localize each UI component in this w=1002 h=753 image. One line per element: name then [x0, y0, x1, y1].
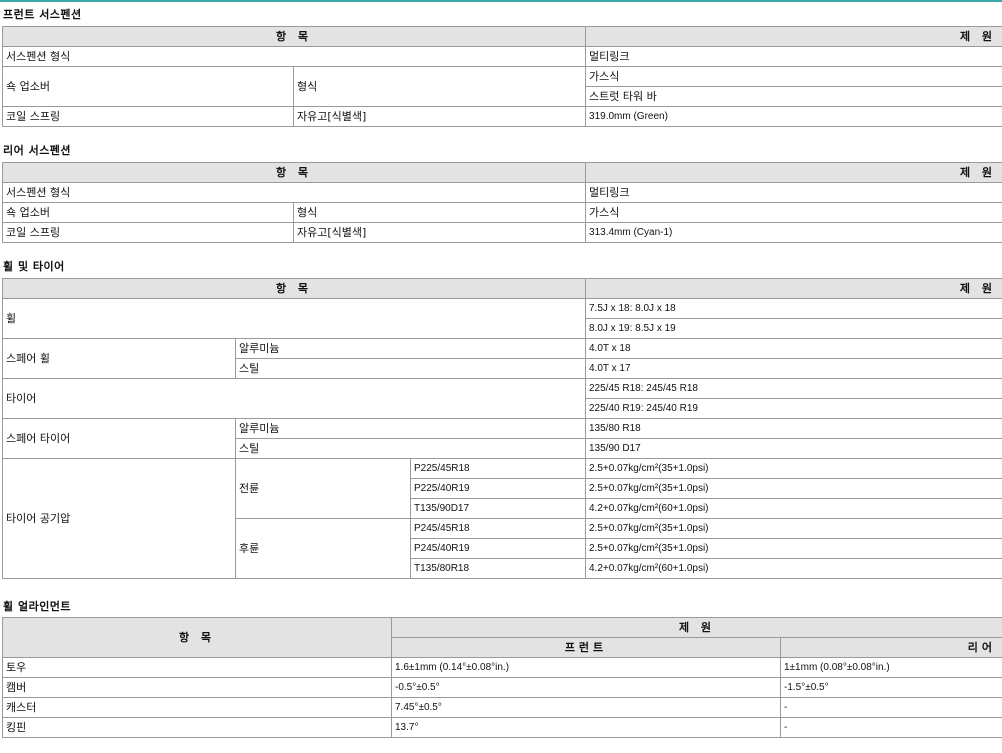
- header-spec: 제 원: [585, 26, 1002, 47]
- row-label: 타이어 공기압: [2, 458, 236, 579]
- rear-value: -: [779, 717, 1002, 738]
- row-label: 서스펜션 형식: [1, 46, 587, 67]
- header-item: 항 목: [1, 162, 587, 183]
- header-item: 항 목: [1, 26, 587, 47]
- section-title-rear-suspension: 리어 서스펜션: [3, 144, 72, 157]
- row-value: 4.2+0.07kg/cm²(60+1.0psi): [585, 558, 1002, 579]
- row-label: 타이어: [2, 378, 586, 419]
- tire-size: P225/45R18: [410, 458, 586, 479]
- rear-value: -: [779, 697, 1002, 718]
- table-row: 휠 7.5J x 18: 8.0J x 18: [2, 298, 1002, 339]
- row-sublabel: 스틸: [235, 438, 586, 459]
- table-row: 타이어 공기압 전륜 P225/45R18 2.5+0.07kg/cm²(35+…: [2, 458, 1002, 579]
- rear-value: 1±1mm (0.08°±0.08°in.): [779, 657, 1002, 678]
- row-sublabel: 전륜: [235, 458, 411, 519]
- tire-size: P245/45R18: [410, 518, 586, 539]
- table-row: 캠버 -0.5°±0.5° -1.5°±0.5°: [2, 677, 1002, 698]
- row-label: 캐스터: [2, 697, 392, 718]
- row-sublabel: 자유고[식별색]: [292, 106, 587, 127]
- row-value: 2.5+0.07kg/cm²(35+1.0psi): [585, 458, 1002, 479]
- rear-suspension-table: 항 목 제 원 서스펜션 형식 멀티링크 쇽 업소버 형식 가스식 코일 스프링…: [1, 162, 1002, 243]
- row-value: 2.5+0.07kg/cm²(35+1.0psi): [585, 538, 1002, 559]
- row-label: 코일 스프링: [2, 106, 294, 127]
- table-header-row: 항 목 제 원: [2, 617, 1002, 658]
- table-row: 타이어 225/45 R18: 245/45 R18: [2, 378, 1002, 419]
- row-sublabel: 알루미늄: [235, 418, 586, 439]
- row-sublabel: 형식: [292, 66, 587, 107]
- row-value: 4.2+0.07kg/cm²(60+1.0psi): [585, 498, 1002, 519]
- row-sublabel: 자유고[식별색]: [292, 222, 587, 243]
- section-title-wheel-alignment: 휠 얼라인먼트: [3, 600, 72, 613]
- row-value: 스트럿 타워 바: [585, 86, 1002, 107]
- row-sublabel: 형식: [292, 202, 587, 223]
- tire-size: T135/80R18: [410, 558, 586, 579]
- row-sublabel: 후륜: [235, 518, 411, 579]
- row-value: 멀티링크: [585, 46, 1002, 67]
- row-value: 7.5J x 18: 8.0J x 18: [585, 298, 1002, 319]
- header-item: 항 목: [2, 278, 586, 299]
- table-row: 쇽 업소버 형식 가스식: [2, 66, 1002, 107]
- table-header-row: 항 목 제 원: [1, 26, 1002, 47]
- row-label: 쇽 업소버: [2, 66, 294, 107]
- row-value: 135/90 D17: [585, 438, 1002, 459]
- table-row: 캐스터 7.45°±0.5° -: [2, 697, 1002, 718]
- row-value: 135/80 R18: [585, 418, 1002, 439]
- row-value: 4.0T x 18: [585, 338, 1002, 359]
- row-label: 스페어 휠: [2, 338, 236, 379]
- table-row: 쇽 업소버 형식 가스식: [2, 202, 1002, 223]
- table-row: 킹핀 13.7° -: [2, 717, 1002, 738]
- front-value: 13.7°: [391, 717, 781, 738]
- row-value: 225/40 R19: 245/40 R19: [585, 398, 1002, 419]
- front-suspension-table: 항 목 제 원 서스펜션 형식 멀티링크 쇽 업소버 형식 가스식 스트럿 타워…: [1, 26, 1002, 127]
- row-value: 4.0T x 17: [585, 358, 1002, 379]
- row-label: 스페어 타이어: [2, 418, 236, 459]
- table-row: 스페어 휠 알루미늄 4.0T x 18: [2, 338, 1002, 379]
- table-header-row: 항 목 제 원: [2, 278, 1002, 299]
- table-row: 서스펜션 형식 멀티링크: [1, 182, 1002, 203]
- row-value: 319.0mm (Green): [585, 106, 1002, 127]
- row-value: 225/45 R18: 245/45 R18: [585, 378, 1002, 399]
- row-label: 서스펜션 형식: [1, 182, 587, 203]
- row-value: 8.0J x 19: 8.5J x 19: [585, 318, 1002, 339]
- tire-size: P245/40R19: [410, 538, 586, 559]
- front-value: 1.6±1mm (0.14°±0.08°in.): [391, 657, 781, 678]
- row-label: 캠버: [2, 677, 392, 698]
- wheel-alignment-table: 항 목 제 원 프런트 리어 토우 1.6±1mm (0.14°±0.08°in…: [2, 617, 1002, 738]
- tire-size: P225/40R19: [410, 478, 586, 499]
- row-value: 가스식: [585, 66, 1002, 87]
- table-row: 코일 스프링 자유고[식별색] 313.4mm (Cyan-1): [2, 222, 1002, 243]
- row-label: 휠: [2, 298, 586, 339]
- row-value: 멀티링크: [585, 182, 1002, 203]
- table-row: 스페어 타이어 알루미늄 135/80 R18: [2, 418, 1002, 459]
- row-label: 킹핀: [2, 717, 392, 738]
- row-sublabel: 스틸: [235, 358, 586, 379]
- header-spec: 제 원: [585, 278, 1002, 299]
- header-front: 프런트: [391, 637, 781, 658]
- rear-value: -1.5°±0.5°: [779, 677, 1002, 698]
- table-row: 서스펜션 형식 멀티링크: [1, 46, 1002, 67]
- tire-size: T135/90D17: [410, 498, 586, 519]
- section-title-front-suspension: 프런트 서스펜션: [3, 8, 82, 21]
- table-row: 토우 1.6±1mm (0.14°±0.08°in.) 1±1mm (0.08°…: [2, 657, 1002, 678]
- header-item: 항 목: [2, 617, 392, 658]
- header-spec: 제 원: [585, 162, 1002, 183]
- row-label: 코일 스프링: [2, 222, 294, 243]
- section-title-wheel-tire: 휠 및 타이어: [3, 260, 65, 273]
- row-value: 313.4mm (Cyan-1): [585, 222, 1002, 243]
- header-spec: 제 원: [390, 617, 1002, 638]
- row-value: 가스식: [585, 202, 1002, 223]
- top-accent-line: [0, 0, 1002, 2]
- table-header-row: 항 목 제 원: [1, 162, 1002, 183]
- row-label: 쇽 업소버: [2, 202, 294, 223]
- table-row: 코일 스프링 자유고[식별색] 319.0mm (Green): [2, 106, 1002, 127]
- front-value: -0.5°±0.5°: [391, 677, 781, 698]
- front-value: 7.45°±0.5°: [391, 697, 781, 718]
- header-rear: 리어: [779, 637, 1002, 658]
- row-label: 토우: [2, 657, 392, 678]
- row-sublabel: 알루미늄: [235, 338, 586, 359]
- row-value: 2.5+0.07kg/cm²(35+1.0psi): [585, 478, 1002, 499]
- row-value: 2.5+0.07kg/cm²(35+1.0psi): [585, 518, 1002, 539]
- wheel-tire-table: 항 목 제 원 휠 7.5J x 18: 8.0J x 18 8.0J x 19…: [2, 278, 1002, 579]
